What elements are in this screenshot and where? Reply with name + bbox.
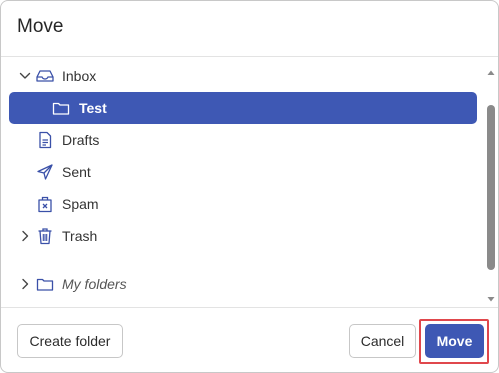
tree-item-spam[interactable]: Spam xyxy=(9,188,477,220)
paper-plane-icon xyxy=(35,162,55,182)
spam-box-icon xyxy=(35,194,55,214)
tree-item-sent[interactable]: Sent xyxy=(9,156,477,188)
scroll-up-arrow-icon[interactable] xyxy=(487,64,495,75)
move-dialog: Move Inbox Test Drafts Sent Spam Trash M… xyxy=(0,0,499,373)
tree-item-label: Trash xyxy=(62,228,98,244)
chevron-right-icon[interactable] xyxy=(18,229,32,243)
tree-item-label: Sent xyxy=(62,164,91,180)
inbox-icon xyxy=(35,66,55,86)
tree-item-trash[interactable]: Trash xyxy=(9,220,477,252)
cancel-button[interactable]: Cancel xyxy=(349,324,416,358)
tree-item-label: Spam xyxy=(62,196,99,212)
trash-icon xyxy=(35,226,55,246)
dialog-title: Move xyxy=(17,16,64,37)
folder-tree: Inbox Test Drafts Sent Spam Trash My fol… xyxy=(1,58,484,307)
create-folder-button[interactable]: Create folder xyxy=(17,324,123,358)
tree-item-label: Inbox xyxy=(62,68,97,84)
chevron-down-icon[interactable] xyxy=(18,69,32,83)
chevron-right-icon[interactable] xyxy=(18,277,32,291)
tree-scrollbar[interactable] xyxy=(484,58,498,307)
scrollbar-thumb[interactable] xyxy=(487,105,495,270)
tree-item-label: Test xyxy=(79,100,107,116)
draft-document-icon xyxy=(35,130,55,150)
dialog-header: Move xyxy=(1,1,498,57)
tree-item-label: Drafts xyxy=(62,132,100,148)
scroll-down-arrow-icon[interactable] xyxy=(487,290,495,302)
tree-item-label: My folders xyxy=(62,276,127,292)
folder-icon xyxy=(51,98,71,118)
tree-item-test[interactable]: Test xyxy=(9,92,477,124)
tree-item-drafts[interactable]: Drafts xyxy=(9,124,477,156)
tree-item-my-folders[interactable]: My folders xyxy=(9,268,477,300)
move-button[interactable]: Move xyxy=(425,324,484,358)
tree-item-inbox[interactable]: Inbox xyxy=(9,60,477,92)
dialog-footer: Create folder Cancel Move xyxy=(1,307,498,372)
folder-icon xyxy=(35,274,55,294)
